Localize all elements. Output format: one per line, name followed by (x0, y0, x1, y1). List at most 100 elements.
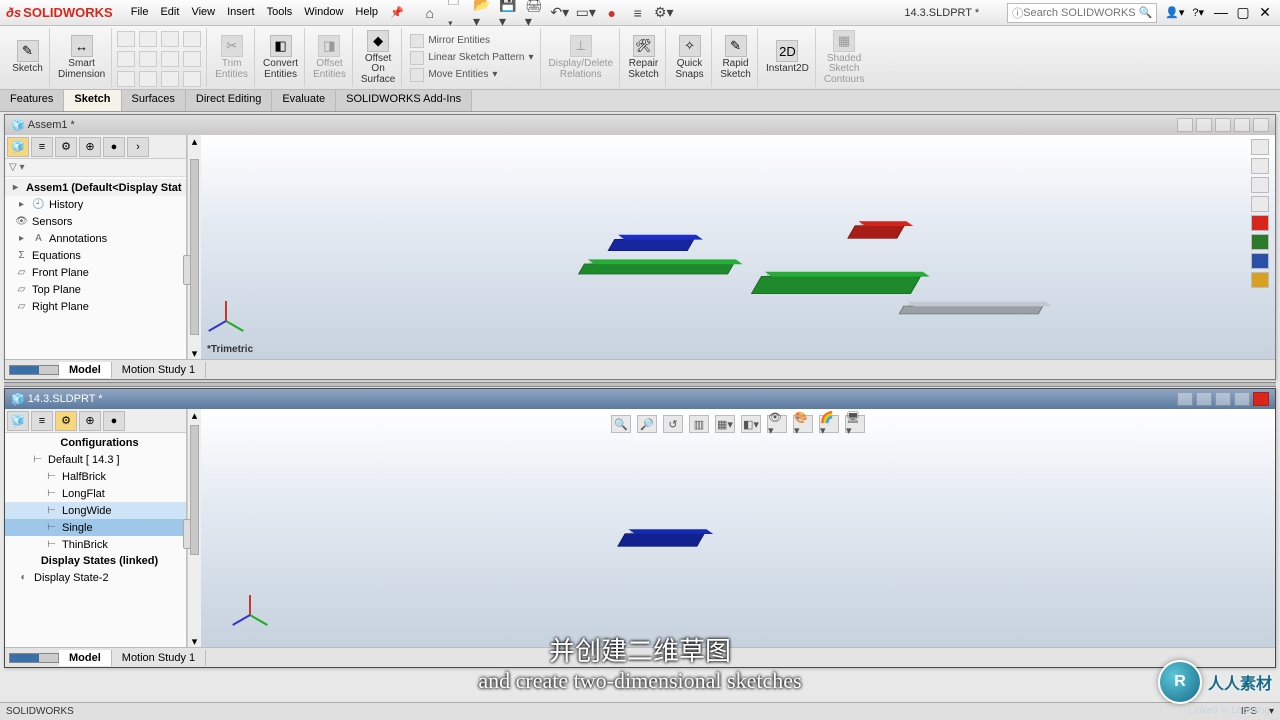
arc-tool-icon[interactable] (139, 51, 157, 67)
config-longflat[interactable]: ⊢LongFlat (5, 485, 186, 502)
settings-icon[interactable]: ⚙▾ (656, 5, 672, 21)
docwin-btn-1[interactable] (1177, 392, 1193, 406)
cfg-tab-config-icon[interactable]: ⚙ (55, 411, 77, 431)
open-icon[interactable]: 📂▾ (474, 5, 490, 21)
menu-insert[interactable]: Insert (227, 6, 255, 19)
hud-view-settings-icon[interactable]: 🖥▾ (845, 415, 865, 433)
display-state-item[interactable]: ◐Display State-2 (5, 569, 186, 586)
green-plate-left[interactable] (578, 264, 734, 275)
ribbon-linear-pattern[interactable]: Linear Sketch Pattern▾ (410, 51, 533, 65)
slot-tool-icon[interactable] (183, 31, 201, 47)
docwin-max[interactable] (1234, 118, 1250, 132)
tree-equations[interactable]: ΣEquations (5, 247, 186, 264)
menu-file[interactable]: File (131, 6, 149, 19)
circle-tool-icon[interactable] (139, 31, 157, 47)
ribbon-shaded-contours[interactable]: ▦Shaded Sketch Contours (818, 28, 871, 87)
tree-root[interactable]: ▸Assem1 (Default<Display Stat (5, 179, 186, 196)
orientation-triad-bot[interactable] (235, 583, 275, 623)
side-icon-green[interactable] (1251, 234, 1269, 250)
ribbon-trim-entities[interactable]: ✂Trim Entities (209, 28, 255, 87)
fmgr-tab-tree-icon[interactable]: 🧊 (7, 137, 29, 157)
menu-pin-icon[interactable]: 📌 (390, 6, 404, 19)
docwin-max[interactable] (1234, 392, 1250, 406)
fmgr-filter[interactable]: ▽ ▾ (5, 159, 186, 177)
tab-sketch[interactable]: Sketch (64, 90, 121, 111)
ribbon-mirror-entities[interactable]: Mirror Entities (410, 34, 533, 48)
ribbon-sketch-tools[interactable] (114, 28, 207, 87)
hud-view-orient-icon[interactable]: ▦▾ (715, 415, 735, 433)
config-single[interactable]: ⊢Single (5, 519, 186, 536)
ribbon-sketch[interactable]: ✎Sketch (6, 28, 50, 87)
fmgr-tab-more-icon[interactable]: › (127, 137, 149, 157)
line-tool-icon[interactable] (117, 31, 135, 47)
bottom-tab-model[interactable]: Model (59, 362, 112, 378)
docwin-min[interactable] (1215, 392, 1231, 406)
hud-prev-view-icon[interactable]: ↺ (663, 415, 683, 433)
ribbon-quick-snaps[interactable]: ✧Quick Snaps (668, 28, 712, 87)
point-tool-icon[interactable] (117, 71, 135, 87)
hud-scene-icon[interactable]: 🌈▾ (819, 415, 839, 433)
orientation-triad[interactable] (211, 289, 251, 329)
green-plate-right[interactable] (751, 276, 921, 294)
cfg-tab-dim-icon[interactable]: ⊕ (79, 411, 101, 431)
menu-window[interactable]: Window (304, 6, 343, 19)
hud-zoom-area-icon[interactable]: 🔎 (637, 415, 657, 433)
ribbon-smart-dimension[interactable]: ↔Smart Dimension (52, 28, 112, 87)
config-longwide[interactable]: ⊢LongWide (5, 502, 186, 519)
ribbon-offset-on-surface[interactable]: ◆Offset On Surface (355, 28, 402, 87)
print-icon[interactable]: 🖨▾ (526, 5, 542, 21)
text-tool-icon[interactable] (183, 51, 201, 67)
configurations-tree[interactable]: Configurations ⊢Default [ 14.3 ] ⊢HalfBr… (5, 433, 186, 647)
home-icon[interactable]: ⌂ (422, 5, 438, 21)
blue-brick-on-green[interactable] (608, 239, 695, 251)
docwin-btn-1[interactable] (1177, 118, 1193, 132)
close-button[interactable]: ✕ (1256, 4, 1274, 21)
tab-addins[interactable]: SOLIDWORKS Add-Ins (336, 90, 472, 111)
tree-scrollbar[interactable]: ▴▾ (187, 135, 201, 359)
ribbon-display-delete-relations[interactable]: ⊥Display/Delete Relations (543, 28, 620, 87)
side-icon-1[interactable] (1251, 139, 1269, 155)
tree-annotations[interactable]: ▸AAnnotations (5, 230, 186, 247)
tree-right-plane[interactable]: ▱Right Plane (5, 298, 186, 315)
cfg-tab-tree-icon[interactable]: 🧊 (7, 411, 29, 431)
new-icon[interactable]: 🗋▾ (448, 5, 464, 21)
panel-collapse-handle[interactable] (183, 255, 191, 285)
expand-icon[interactable]: ▸ (9, 181, 22, 194)
fmgr-tab-property-icon[interactable]: ≡ (31, 137, 53, 157)
config-thinbrick[interactable]: ⊢ThinBrick (5, 536, 186, 553)
cfg-tab-property-icon[interactable]: ≡ (31, 411, 53, 431)
undo-icon[interactable]: ↶▾ (552, 5, 568, 21)
hud-hide-show-icon[interactable]: 👁▾ (767, 415, 787, 433)
menu-view[interactable]: View (191, 6, 215, 19)
graphics-viewport-top[interactable]: *Trimetric (201, 135, 1275, 359)
search-help[interactable]: ⓘ 🔍 (1007, 3, 1157, 23)
red-brick[interactable] (847, 225, 905, 238)
select-icon[interactable]: ▭▾ (578, 5, 594, 21)
fmgr-tab-config-icon[interactable]: ⚙ (55, 137, 77, 157)
ribbon-rapid-sketch[interactable]: ✎Rapid Sketch (714, 28, 758, 87)
plane-tool-icon[interactable] (183, 71, 201, 87)
polygon-tool-icon[interactable] (161, 51, 179, 67)
side-icon-blue[interactable] (1251, 253, 1269, 269)
minimize-button[interactable]: — (1212, 4, 1230, 21)
ribbon-convert-entities[interactable]: ◧Convert Entities (257, 28, 305, 87)
tree-top-plane[interactable]: ▱Top Plane (5, 281, 186, 298)
tree-front-plane[interactable]: ▱Front Plane (5, 264, 186, 281)
docwin-btn-2[interactable] (1196, 118, 1212, 132)
cfg-tab-appearance-icon[interactable]: ● (103, 411, 125, 431)
rebuild-icon[interactable]: ● (604, 5, 620, 21)
side-icon-2[interactable] (1251, 158, 1269, 174)
docwin-close[interactable] (1253, 118, 1269, 132)
fmgr-tab-appearance-icon[interactable]: ● (103, 137, 125, 157)
blue-brick-single[interactable] (617, 533, 705, 546)
side-icon-3[interactable] (1251, 177, 1269, 193)
bottom-tab-motion[interactable]: Motion Study 1 (112, 362, 206, 378)
hud-display-style-icon[interactable]: ◧▾ (741, 415, 761, 433)
menu-edit[interactable]: Edit (160, 6, 179, 19)
search-input[interactable] (1023, 7, 1138, 19)
docwin-title-bar-part[interactable]: 🧊 14.3.SLDPRT * (5, 389, 1275, 409)
menu-tools[interactable]: Tools (267, 6, 293, 19)
bottom-tab-model-part[interactable]: Model (59, 650, 112, 666)
ribbon-offset-entities[interactable]: ◨Offset Entities (307, 28, 353, 87)
window-splitter[interactable] (4, 382, 1276, 387)
